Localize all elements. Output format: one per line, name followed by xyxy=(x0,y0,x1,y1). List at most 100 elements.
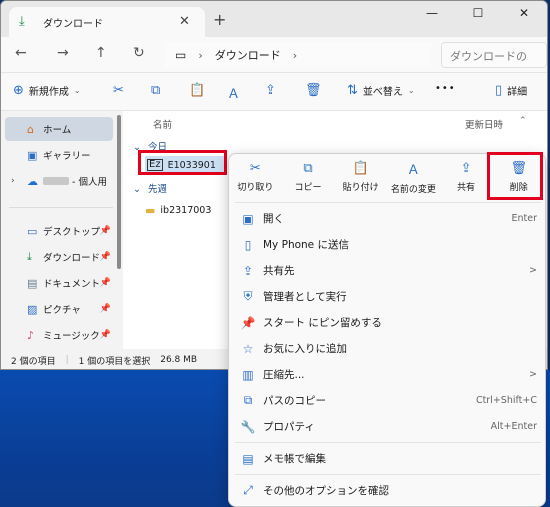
open-icon: ▣ xyxy=(242,211,254,226)
monitor-icon: ▭ xyxy=(175,48,187,62)
menu-item-copy-path[interactable]: ⧉ パスのコピー Ctrl+Shift+C xyxy=(233,388,543,413)
delete-icon[interactable]: 🗑 xyxy=(305,83,322,98)
divider xyxy=(235,474,541,475)
sidebar-item-desktop[interactable]: ▭ デスクトップ 📌 xyxy=(5,219,113,243)
sidebar-item-pictures[interactable]: ▨ ピクチャ 📌 xyxy=(5,297,113,321)
menu-item-edit-notepad[interactable]: ▤ メモ帳で編集 xyxy=(233,446,543,471)
sidebar-item-label: ミュージック xyxy=(43,331,100,342)
sidebar-item-gallery[interactable]: ▣ ギャラリー xyxy=(5,143,113,167)
sidebar-scrollbar[interactable] xyxy=(117,115,121,269)
rename-icon[interactable]: Ａ xyxy=(227,83,240,102)
maximize-button[interactable]: ☐ xyxy=(455,1,501,29)
sidebar-item-documents[interactable]: ▤ ドキュメント 📌 xyxy=(5,271,113,295)
copy-button[interactable]: ⧉ コピー xyxy=(282,154,335,200)
column-header-name[interactable]: 名前 xyxy=(153,117,172,131)
desktop-icon: ▭ xyxy=(27,224,38,238)
plus-circle-icon: ⊕ xyxy=(13,83,24,98)
group-header-last-week[interactable]: ⌄ 先週 xyxy=(133,181,167,195)
menu-item-compress[interactable]: ▥ 圧縮先... > xyxy=(233,362,543,387)
sidebar-item-home[interactable]: ⌂ ホーム xyxy=(5,117,113,141)
share-icon[interactable]: ⇪ xyxy=(265,83,276,98)
menu-item-share-to[interactable]: ⇪ 共有先 > xyxy=(233,258,543,283)
rename-label: 名前の変更 xyxy=(390,185,436,195)
context-menu: ✂ 切り取り ⧉ コピー 📋 貼り付け Ａ 名前の変更 ⇪ 共有 🗑 削除 ▣ … xyxy=(228,153,546,507)
list-item[interactable]: ▬ ib2317003 xyxy=(145,201,211,219)
pin-icon: 📌 xyxy=(99,304,111,314)
sidebar-item-onedrive[interactable]: › ☁ - 個人用 xyxy=(5,169,113,193)
sidebar-item-music[interactable]: ♪ ミュージック 📌 xyxy=(5,323,113,347)
menu-item-shortcut: Ctrl+Shift+C xyxy=(475,395,537,406)
breadcrumb-downloads[interactable]: ダウンロード xyxy=(215,47,281,63)
paste-label: 貼り付け xyxy=(342,183,379,193)
sort-icon: ⇅ xyxy=(347,83,358,98)
copy-icon[interactable]: ⧉ xyxy=(151,83,160,98)
menu-item-more-options[interactable]: ⤢ その他のオプションを確認 xyxy=(233,478,543,503)
share-button[interactable]: ⇪ 共有 xyxy=(440,154,493,200)
share-icon: ⇪ xyxy=(242,263,254,278)
menu-item-label: スタート にピン留めする xyxy=(263,317,382,329)
details-pane-icon: ▯ xyxy=(495,83,503,98)
copy-icon: ⧉ xyxy=(303,161,313,176)
sidebar-item-label: デスクトップ xyxy=(43,227,101,238)
folder-icon: ▬ xyxy=(145,203,156,217)
menu-item-run-as-admin[interactable]: ⛨ 管理者として実行 xyxy=(233,284,543,309)
minimize-button[interactable]: — xyxy=(409,1,455,29)
copy-path-icon: ⧉ xyxy=(243,393,253,407)
share-label: 共有 xyxy=(457,183,476,193)
up-button[interactable]: ↑ xyxy=(95,45,107,61)
new-label: 新規作成 xyxy=(28,87,69,98)
sidebar-item-downloads[interactable]: ⤓ ダウンロード 📌 xyxy=(5,245,113,269)
cut-icon[interactable]: ✂ xyxy=(113,83,124,98)
sidebar-item-label: ホーム xyxy=(43,125,72,136)
share-icon: ⇪ xyxy=(460,161,472,176)
chevron-up-icon: ⌃ xyxy=(519,116,527,126)
menu-item-label: プロパティ xyxy=(263,421,315,433)
forward-button[interactable]: → xyxy=(57,45,69,61)
details-button[interactable]: ▯ 詳細 xyxy=(495,83,527,98)
notepad-icon: ▤ xyxy=(242,451,254,466)
menu-item-send-to-phone[interactable]: ▯ My Phone に送信 xyxy=(233,232,543,257)
file-name: ib2317003 xyxy=(160,204,212,216)
selection-size: 26.8 MB xyxy=(160,355,198,365)
close-tab-icon[interactable]: ✕ xyxy=(179,14,190,29)
menu-item-properties[interactable]: 🔧 プロパティ Alt+Enter xyxy=(233,414,543,439)
menu-item-pin-to-start[interactable]: 📌 スタート にピン留めする xyxy=(233,310,543,335)
tab-downloads[interactable]: ⤓ ダウンロード xyxy=(9,7,205,37)
wrench-icon: 🔧 xyxy=(240,419,256,434)
divider: | xyxy=(65,355,69,365)
sort-button[interactable]: ⇅ 並べ替え ⌄ xyxy=(347,83,415,98)
chevron-down-icon: ⌄ xyxy=(73,86,81,95)
rename-button[interactable]: Ａ 名前の変更 xyxy=(387,154,440,200)
music-icon: ♪ xyxy=(27,328,35,342)
chevron-right-icon: › xyxy=(11,176,15,186)
sidebar-item-label: ドキュメント xyxy=(43,279,101,290)
paste-icon[interactable]: 📋 xyxy=(189,83,205,98)
menu-item-open[interactable]: ▣ 開く Enter xyxy=(233,206,543,231)
new-tab-button[interactable]: + xyxy=(213,10,226,29)
menu-item-label: 管理者として実行 xyxy=(263,291,347,303)
menu-item-shortcut: Alt+Enter xyxy=(490,421,537,432)
back-button[interactable]: ← xyxy=(15,45,27,61)
download-icon: ⤓ xyxy=(19,14,25,29)
address-bar[interactable]: ▭ › ダウンロード › xyxy=(165,42,431,68)
sidebar-item-label: ピクチャ xyxy=(43,305,81,316)
pin-icon: 📌 xyxy=(99,252,111,262)
divider xyxy=(9,207,113,208)
pictures-icon: ▨ xyxy=(27,302,38,316)
cut-button[interactable]: ✂ 切り取り xyxy=(229,154,282,200)
menu-item-label: パスのコピー xyxy=(263,395,326,407)
menu-item-add-favorite[interactable]: ☆ お気に入りに追加 xyxy=(233,336,543,361)
search-input[interactable]: ダウンロードの xyxy=(441,42,547,68)
close-window-button[interactable]: ✕ xyxy=(501,1,547,29)
highlight-box xyxy=(138,150,227,175)
more-button[interactable]: ••• xyxy=(435,83,456,94)
new-button[interactable]: ⊕ 新規作成 ⌄ xyxy=(13,83,81,98)
title-bar: ⤓ ダウンロード ✕ + — ☐ ✕ xyxy=(1,1,547,37)
menu-item-label: お気に入りに追加 xyxy=(263,343,347,355)
refresh-button[interactable]: ↻ xyxy=(133,45,145,61)
divider xyxy=(235,442,541,443)
column-header-date[interactable]: 更新日時 xyxy=(465,117,503,131)
menu-item-label: 開く xyxy=(263,213,284,225)
paste-button[interactable]: 📋 貼り付け xyxy=(334,154,387,200)
sidebar-item-label: ギャラリー xyxy=(43,151,91,162)
